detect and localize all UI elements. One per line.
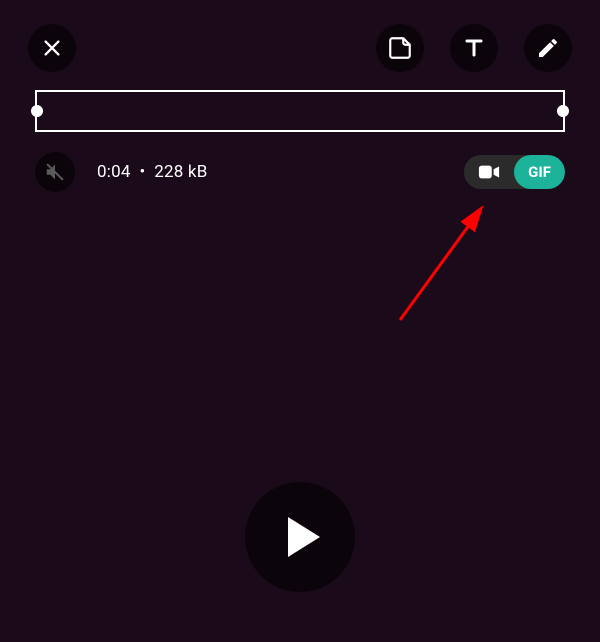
- trim-handle-left[interactable]: [31, 105, 43, 117]
- annotation-arrow: [380, 200, 500, 330]
- mute-button[interactable]: [35, 152, 75, 192]
- video-info: 0:04 • 228 kB: [97, 162, 208, 182]
- play-icon: [288, 517, 320, 557]
- close-button[interactable]: [28, 24, 76, 72]
- video-icon: [478, 164, 500, 180]
- trim-handle-right[interactable]: [557, 105, 569, 117]
- sticker-button[interactable]: [376, 24, 424, 72]
- play-button[interactable]: [245, 482, 355, 592]
- pencil-icon: [536, 36, 560, 60]
- text-button[interactable]: [450, 24, 498, 72]
- video-trimmer[interactable]: [35, 90, 565, 132]
- toggle-video[interactable]: [464, 155, 514, 189]
- close-icon: [41, 37, 63, 59]
- toggle-gif[interactable]: GIF: [514, 155, 565, 189]
- info-separator: •: [139, 162, 145, 182]
- duration-text: 0:04: [97, 162, 131, 182]
- gif-label: GIF: [528, 163, 551, 181]
- toolbar-right: [376, 24, 572, 72]
- draw-button[interactable]: [524, 24, 572, 72]
- sticker-icon: [387, 35, 413, 61]
- editor-toolbar: [0, 20, 600, 76]
- mute-icon: [44, 161, 66, 183]
- video-gif-toggle: GIF: [464, 155, 565, 189]
- size-text: 228 kB: [154, 162, 207, 182]
- info-row: 0:04 • 228 kB GIF: [35, 152, 565, 192]
- text-icon: [462, 36, 486, 60]
